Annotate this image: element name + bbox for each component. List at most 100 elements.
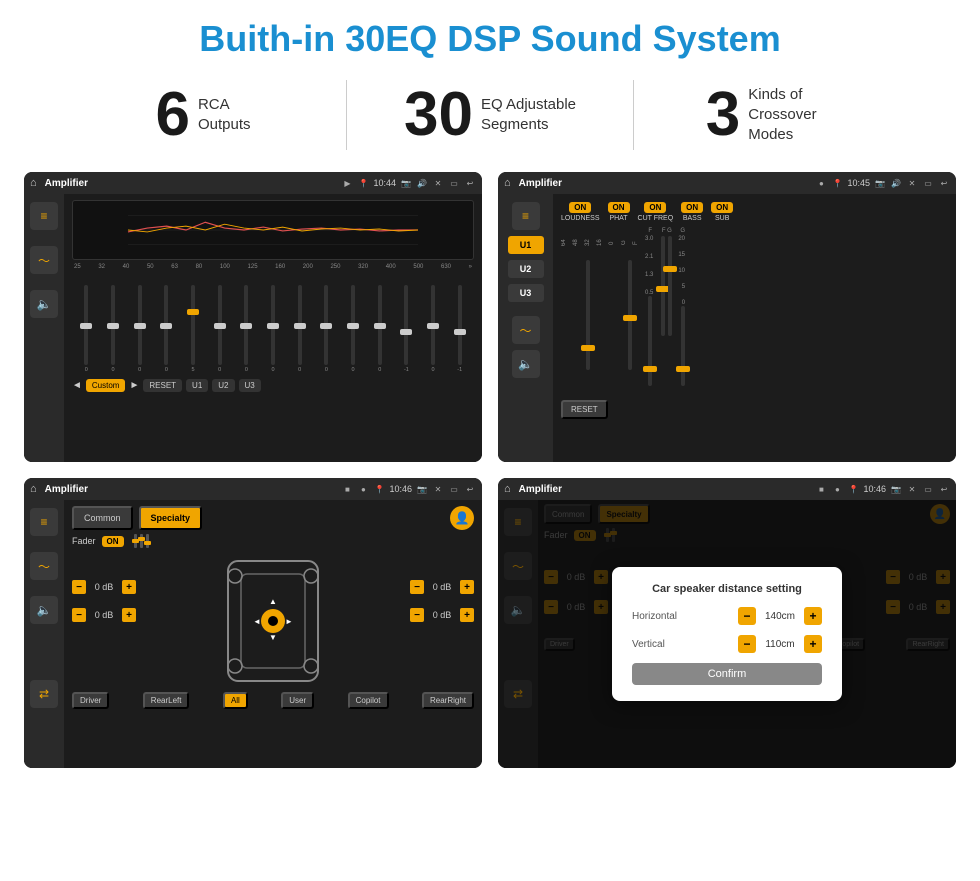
fader-mini-1[interactable] — [134, 534, 137, 548]
phat-on[interactable]: ON — [608, 202, 630, 213]
copilot-btn[interactable]: Copilot — [348, 692, 389, 709]
eq-u3-btn[interactable]: U3 — [239, 379, 261, 392]
common-tab[interactable]: Common — [72, 506, 133, 530]
cutfreq-f-slider[interactable] — [648, 296, 652, 386]
eq-icon[interactable]: ≡ — [30, 202, 58, 230]
eq-slider-9[interactable]: 0 — [287, 285, 312, 373]
driver-btn[interactable]: Driver — [72, 692, 109, 709]
x-icon-3[interactable]: ✕ — [432, 484, 444, 494]
fader-on-btn[interactable]: ON — [102, 536, 124, 547]
eq-slider-10[interactable]: 0 — [314, 285, 339, 373]
eq-slider-3[interactable]: 0 — [127, 285, 152, 373]
eq-slider-5[interactable]: 5 — [181, 285, 206, 373]
stat-label-eq: EQ AdjustableSegments — [481, 95, 576, 136]
car-diagram: ▲ ▼ ◄ ► — [142, 556, 404, 686]
eq-slider-4[interactable]: 0 — [154, 285, 179, 373]
eq-slider-11[interactable]: 0 — [341, 285, 366, 373]
home-icon-1[interactable]: ⌂ — [30, 177, 37, 189]
db-plus-tr[interactable]: + — [460, 580, 474, 594]
db-plus-bl[interactable]: + — [122, 608, 136, 622]
eq-slider-13[interactable]: -1 — [394, 285, 419, 373]
home-icon-4[interactable]: ⌂ — [504, 483, 511, 495]
db-value-bl: 0 dB — [90, 610, 118, 620]
eq-slider-8[interactable]: 0 — [261, 285, 286, 373]
fader-mini-3[interactable] — [146, 534, 149, 548]
db-minus-tr[interactable]: − — [410, 580, 424, 594]
eq-slider-1[interactable]: 0 — [74, 285, 99, 373]
loudness-slider[interactable] — [586, 260, 590, 370]
home-icon-3[interactable]: ⌂ — [30, 483, 37, 495]
db-minus-br[interactable]: − — [410, 608, 424, 622]
speaker-icon-2[interactable]: 🔈 — [512, 350, 540, 378]
db-control-tl: − 0 dB + — [72, 580, 136, 594]
eq-icon-3[interactable]: ≡ — [30, 508, 58, 536]
wave-icon[interactable]: 〜 — [30, 246, 58, 274]
rearright-btn[interactable]: RearRight — [422, 692, 474, 709]
rect-icon-4[interactable]: ▭ — [922, 484, 934, 494]
screen2-body: ≡ U1 U2 U3 〜 🔈 ON LOUDNESS ON PHAT — [498, 194, 956, 462]
stat-eq: 30 EQ AdjustableSegments — [347, 84, 633, 146]
amp-reset-btn[interactable]: RESET — [561, 400, 608, 419]
screen2-title: Amplifier — [519, 178, 812, 189]
rect-icon-2[interactable]: ▭ — [922, 178, 934, 188]
sub-slider[interactable] — [681, 306, 685, 386]
horizontal-plus-btn[interactable]: + — [804, 607, 822, 625]
x-icon-4[interactable]: ✕ — [906, 484, 918, 494]
back-icon-4[interactable]: ↩ — [938, 484, 950, 494]
eq-next-btn[interactable]: ► — [129, 380, 139, 391]
eq-slider-2[interactable]: 0 — [101, 285, 126, 373]
eq-slider-14[interactable]: 0 — [421, 285, 446, 373]
speaker-icon[interactable]: 🔈 — [30, 290, 58, 318]
sub-toggle: ON SUB — [711, 202, 733, 222]
horizontal-minus-btn[interactable]: − — [738, 607, 756, 625]
cutfreq-on[interactable]: ON — [644, 202, 666, 213]
vertical-minus-btn[interactable]: − — [738, 635, 756, 653]
back-icon-1[interactable]: ↩ — [464, 178, 476, 188]
home-icon-2[interactable]: ⌂ — [504, 177, 511, 189]
person-icon[interactable]: 👤 — [450, 506, 474, 530]
dot-icon-2: ● — [815, 178, 827, 188]
eq-slider-12[interactable]: 0 — [367, 285, 392, 373]
user-btn[interactable]: User — [281, 692, 314, 709]
u2-btn[interactable]: U2 — [508, 260, 544, 278]
sub-on[interactable]: ON — [711, 202, 733, 213]
eq-u1-btn[interactable]: U1 — [186, 379, 208, 392]
eq-slider-6[interactable]: 0 — [207, 285, 232, 373]
db-plus-tl[interactable]: + — [122, 580, 136, 594]
bass-g-slider[interactable] — [668, 236, 672, 336]
bass-toggle: ON BASS — [681, 202, 703, 222]
x-icon-1[interactable]: ✕ — [432, 178, 444, 188]
all-btn[interactable]: All — [223, 692, 248, 709]
rect-icon-3[interactable]: ▭ — [448, 484, 460, 494]
db-minus-tl[interactable]: − — [72, 580, 86, 594]
eq-prev-btn[interactable]: ◄ — [72, 380, 82, 391]
bass-on[interactable]: ON — [681, 202, 703, 213]
vertical-plus-btn[interactable]: + — [804, 635, 822, 653]
u1-btn[interactable]: U1 — [508, 236, 544, 254]
rearleft-btn[interactable]: RearLeft — [143, 692, 190, 709]
u3-btn[interactable]: U3 — [508, 284, 544, 302]
eq-slider-15[interactable]: -1 — [447, 285, 472, 373]
arrows-icon-3[interactable]: ⇄ — [30, 680, 58, 708]
svg-text:►: ► — [285, 617, 293, 626]
x-icon-2[interactable]: ✕ — [906, 178, 918, 188]
loudness-on[interactable]: ON — [569, 202, 591, 213]
db-control-bl: − 0 dB + — [72, 608, 136, 622]
eq-u2-btn[interactable]: U2 — [212, 379, 234, 392]
db-plus-br[interactable]: + — [460, 608, 474, 622]
wave-icon-2[interactable]: 〜 — [512, 316, 540, 344]
specialty-tab[interactable]: Specialty — [139, 506, 203, 530]
db-minus-bl[interactable]: − — [72, 608, 86, 622]
wave-icon-3[interactable]: 〜 — [30, 552, 58, 580]
speaker-icon-3[interactable]: 🔈 — [30, 596, 58, 624]
back-icon-3[interactable]: ↩ — [464, 484, 476, 494]
phat-slider[interactable] — [628, 260, 632, 370]
confirm-btn[interactable]: Confirm — [632, 663, 822, 685]
eq-reset-btn[interactable]: RESET — [143, 379, 182, 392]
eq-icon-2[interactable]: ≡ — [512, 202, 540, 230]
back-icon-2[interactable]: ↩ — [938, 178, 950, 188]
fader-mini-2[interactable] — [140, 534, 143, 548]
rect-icon-1[interactable]: ▭ — [448, 178, 460, 188]
eq-slider-7[interactable]: 0 — [234, 285, 259, 373]
bass-f-slider[interactable] — [661, 236, 665, 336]
